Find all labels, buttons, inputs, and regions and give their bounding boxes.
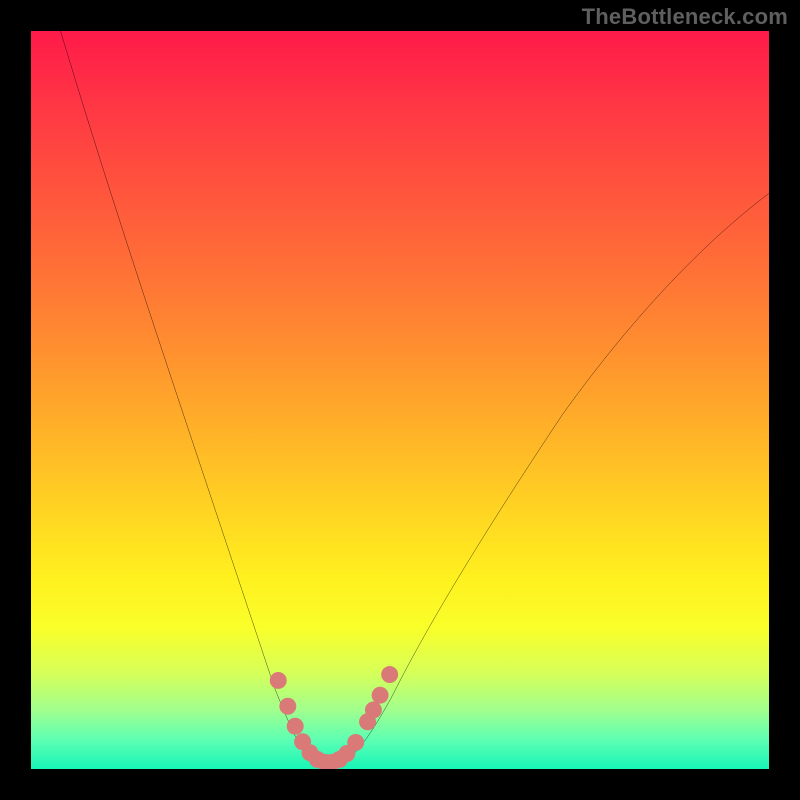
chart-frame: TheBottleneck.com (0, 0, 800, 800)
curve-path (61, 31, 769, 766)
trough-markers (270, 666, 398, 769)
bottleneck-curve (31, 31, 769, 769)
watermark-text: TheBottleneck.com (582, 4, 788, 30)
plot-area (31, 31, 769, 769)
